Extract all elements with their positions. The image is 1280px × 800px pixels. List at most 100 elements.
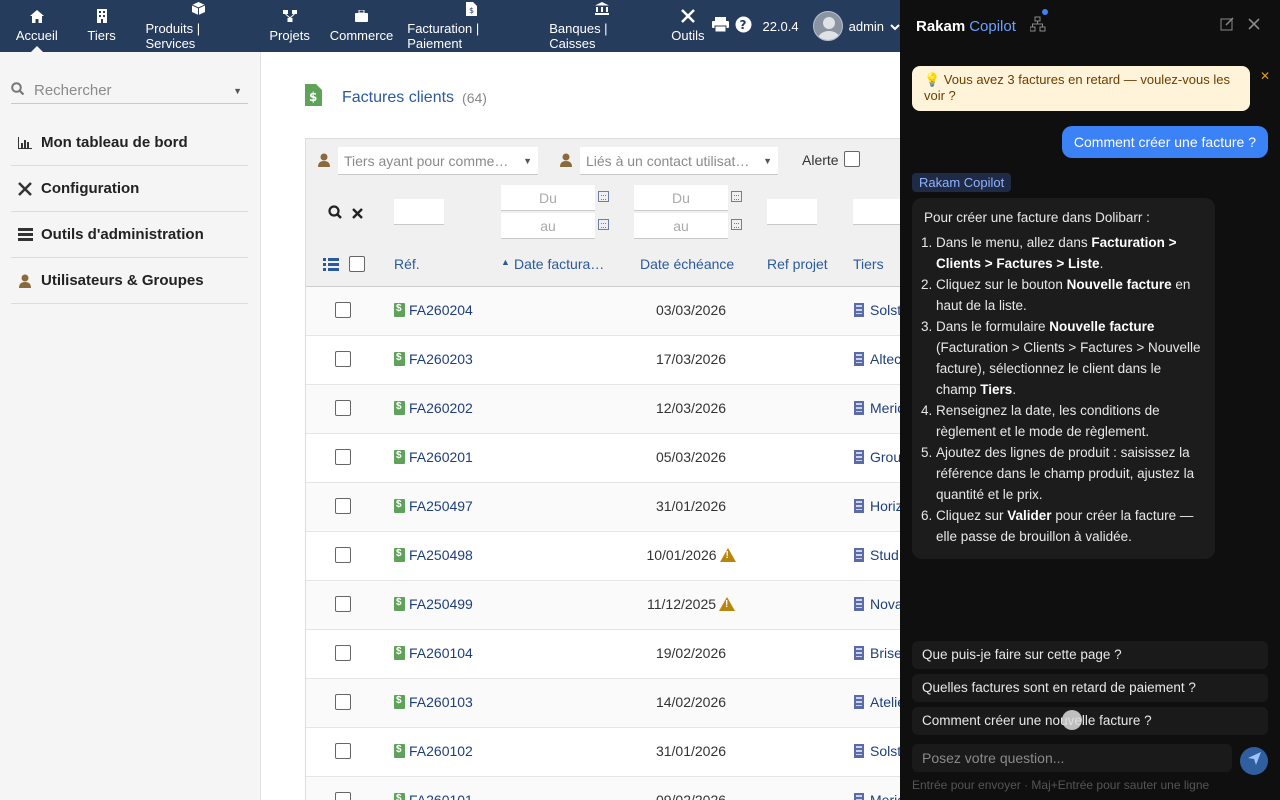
suggestion-chip[interactable]: Quelles factures sont en retard de paiem…: [912, 674, 1268, 702]
tiers-link[interactable]: Stud: [854, 547, 899, 563]
col-ref-projet[interactable]: Ref projet: [767, 256, 828, 272]
send-button[interactable]: [1240, 747, 1268, 775]
col-ref[interactable]: Réf.: [394, 256, 420, 272]
nav-commerce[interactable]: Commerce: [324, 0, 400, 52]
invoice-ref-link[interactable]: FA260103: [394, 694, 473, 710]
row-checkbox[interactable]: [335, 645, 351, 661]
suggestion-chip[interactable]: Comment créer une nouvelle facture ?: [912, 707, 1268, 735]
tiers-link[interactable]: Solst: [854, 743, 900, 759]
search-icon[interactable]: [328, 205, 342, 224]
row-checkbox[interactable]: [335, 596, 351, 612]
close-icon[interactable]: [1248, 17, 1260, 36]
table-row[interactable]: FA250497 31/01/2026 Horiz: [306, 483, 900, 532]
nav-accueil[interactable]: Accueil: [10, 0, 64, 52]
tiers-link[interactable]: Nova: [854, 596, 900, 612]
copilot-question-input[interactable]: Posez votre question...: [912, 744, 1232, 772]
mouse-cursor: [1062, 710, 1082, 730]
nav-produits-services[interactable]: Produits | Services: [139, 0, 257, 52]
sort-asc-icon[interactable]: ▲: [501, 257, 510, 267]
invoice-ref-link[interactable]: FA250497: [394, 498, 473, 514]
table-row[interactable]: FA250498 10/01/2026 Stud: [306, 532, 900, 581]
tiers-link[interactable]: Brise: [854, 645, 900, 661]
print-icon[interactable]: [712, 17, 730, 35]
contact-select[interactable]: Liés à un contact utilisat… ▼: [580, 147, 778, 175]
table-row[interactable]: FA260104 19/02/2026 Brise: [306, 630, 900, 679]
invoice-ref-link[interactable]: FA260204: [394, 302, 473, 318]
invoice-ref-link[interactable]: FA260101: [394, 792, 473, 800]
sidebar-search[interactable]: Rechercher ▼: [11, 78, 248, 104]
due-from-input[interactable]: Du: [634, 185, 728, 211]
row-checkbox[interactable]: [335, 351, 351, 367]
nav-projets[interactable]: Projets: [263, 0, 315, 52]
avatar[interactable]: [812, 11, 843, 41]
network-icon[interactable]: [1029, 9, 1048, 36]
edit-icon[interactable]: [1220, 17, 1234, 36]
tiers-link[interactable]: Solst: [854, 302, 900, 318]
ref-projet-filter-input[interactable]: [767, 199, 817, 225]
tiers-link[interactable]: Altec: [854, 351, 900, 367]
row-checkbox[interactable]: [335, 400, 351, 416]
col-tiers[interactable]: Tiers: [853, 256, 884, 272]
table-row[interactable]: FA250499 11/12/2025 Nova: [306, 581, 900, 630]
user-name[interactable]: admin: [849, 19, 884, 34]
clear-filter-icon[interactable]: [352, 206, 363, 224]
tiers-link[interactable]: Meric: [854, 792, 900, 800]
sidebar-item-users-groups[interactable]: Utilisateurs & Groupes: [11, 258, 248, 304]
ref-filter-input[interactable]: [394, 199, 444, 225]
chevron-down-icon[interactable]: ▼: [233, 86, 242, 96]
col-date-facturation[interactable]: Date factura…: [514, 256, 604, 272]
table-row[interactable]: FA260103 14/02/2026 Atelie: [306, 679, 900, 728]
nav-banques-caisses[interactable]: Banques | Caisses: [543, 0, 661, 52]
calendar-icon[interactable]: [598, 191, 609, 202]
tiers-link[interactable]: Atelie: [854, 694, 900, 710]
table-row[interactable]: FA260102 31/01/2026 Solst: [306, 728, 900, 777]
table-row[interactable]: FA260201 05/03/2026 Grou: [306, 434, 900, 483]
building-icon: [854, 450, 864, 464]
nav-outils[interactable]: Outils: [665, 0, 710, 52]
invoice-ref-link[interactable]: FA250499: [394, 596, 473, 612]
date-from-input[interactable]: Du: [501, 185, 595, 211]
row-checkbox[interactable]: [335, 792, 351, 800]
invoice-ref-link[interactable]: FA260104: [394, 645, 473, 661]
invoice-ref-link[interactable]: FA250498: [394, 547, 473, 563]
row-checkbox[interactable]: [335, 498, 351, 514]
row-checkbox[interactable]: [335, 302, 351, 318]
nav-facturation-paiement[interactable]: $ Facturation | Paiement: [401, 0, 541, 52]
calendar-icon[interactable]: [731, 191, 742, 202]
suggestion-chip[interactable]: Que puis-je faire sur cette page ?: [912, 641, 1268, 669]
sidebar-item-configuration[interactable]: Configuration: [11, 166, 248, 212]
invoice-ref-link[interactable]: FA260202: [394, 400, 473, 416]
nav-tiers[interactable]: Tiers: [81, 0, 121, 52]
overdue-alert[interactable]: 💡 Vous avez 3 factures en retard — voule…: [912, 66, 1250, 111]
invoice-ref-link[interactable]: FA260203: [394, 351, 473, 367]
col-date-echeance[interactable]: Date échéance: [640, 256, 734, 272]
tiers-link[interactable]: Horiz: [854, 498, 900, 514]
row-checkbox[interactable]: [335, 694, 351, 710]
row-checkbox[interactable]: [335, 449, 351, 465]
alert-checkbox[interactable]: [844, 151, 860, 167]
calendar-icon[interactable]: [731, 219, 742, 230]
alert-close-icon[interactable]: ✕: [1260, 69, 1270, 83]
select-all-checkbox[interactable]: [349, 256, 365, 272]
list-columns-icon[interactable]: [323, 258, 339, 274]
invoice-ref-link[interactable]: FA260201: [394, 449, 473, 465]
tiers-link[interactable]: Meric: [854, 400, 900, 416]
calendar-icon[interactable]: [598, 219, 609, 230]
help-icon[interactable]: ?: [735, 16, 752, 36]
due-to-input[interactable]: au: [634, 213, 728, 239]
table-row[interactable]: FA260101 09/02/2026 Meric: [306, 777, 900, 800]
row-checkbox[interactable]: [335, 547, 351, 563]
tiers-filter-input[interactable]: [853, 199, 900, 225]
chevron-down-icon[interactable]: [890, 19, 900, 34]
row-checkbox[interactable]: [335, 743, 351, 759]
sidebar-item-dashboard[interactable]: Mon tableau de bord: [11, 120, 248, 166]
tiers-link[interactable]: Grou: [854, 449, 900, 465]
sidebar-item-admin-tools[interactable]: Outils d'administration: [11, 212, 248, 258]
table-row[interactable]: FA260202 12/03/2026 Meric: [306, 385, 900, 434]
table-row[interactable]: FA260204 03/03/2026 Solst: [306, 287, 900, 336]
tiers-name: Meric: [870, 792, 900, 800]
invoice-ref-link[interactable]: FA260102: [394, 743, 473, 759]
tiers-commercial-select[interactable]: Tiers ayant pour comme… ▼: [338, 147, 538, 175]
date-to-input[interactable]: au: [501, 213, 595, 239]
table-row[interactable]: FA260203 17/03/2026 Altec: [306, 336, 900, 385]
